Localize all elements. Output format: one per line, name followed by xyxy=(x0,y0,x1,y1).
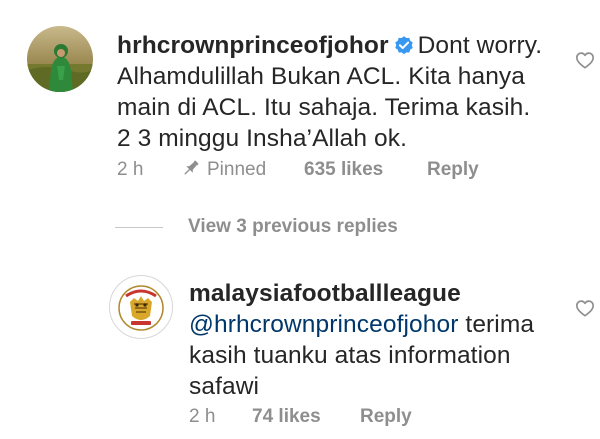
reply-likes[interactable]: 74 likes xyxy=(252,406,360,428)
comment-likes[interactable]: 635 likes xyxy=(304,159,427,181)
view-previous-replies[interactable]: View 3 previous replies xyxy=(115,215,398,239)
avatar-photo xyxy=(27,26,93,92)
reply-meta: 2 h 74 likes Reply xyxy=(189,406,412,428)
comment-item: hrhcrownprinceofjohor Dont worry. Alhamdu… xyxy=(0,20,600,190)
comment-text: hrhcrownprinceofjohor Dont worry. Alhamdu… xyxy=(117,30,547,154)
user-avatar[interactable] xyxy=(27,26,93,92)
reply-text: malaysiafootballleague @hrhcrownprinceof… xyxy=(189,278,554,402)
malaysia-league-logo xyxy=(108,274,174,340)
reply-avatar[interactable] xyxy=(108,274,174,340)
pinned-text: Pinned xyxy=(207,159,267,180)
reply-item: malaysiafootballleague @hrhcrownprinceof… xyxy=(0,268,600,438)
comment-meta: 2 h Pinned 635 likes Reply xyxy=(117,158,479,181)
like-heart-icon[interactable] xyxy=(575,299,595,317)
view-replies-label[interactable]: View 3 previous replies xyxy=(188,216,398,238)
verified-badge-icon xyxy=(394,36,413,55)
reply-button[interactable]: Reply xyxy=(427,159,479,181)
like-heart-icon[interactable] xyxy=(575,51,595,69)
reply-username[interactable]: malaysiafootballleague xyxy=(189,280,461,307)
reply-button[interactable]: Reply xyxy=(360,406,412,428)
comment-time: 2 h xyxy=(117,159,144,180)
pin-icon xyxy=(184,160,199,175)
pinned-label: Pinned xyxy=(181,158,304,181)
reply-time: 2 h xyxy=(189,406,216,427)
replies-divider xyxy=(115,226,163,228)
reply-mention[interactable]: @hrhcrownprinceofjohor xyxy=(189,311,458,338)
comment-username[interactable]: hrhcrownprinceofjohor xyxy=(117,32,389,59)
comments-screen: hrhcrownprinceofjohor Dont worry. Alhamdu… xyxy=(0,0,600,439)
